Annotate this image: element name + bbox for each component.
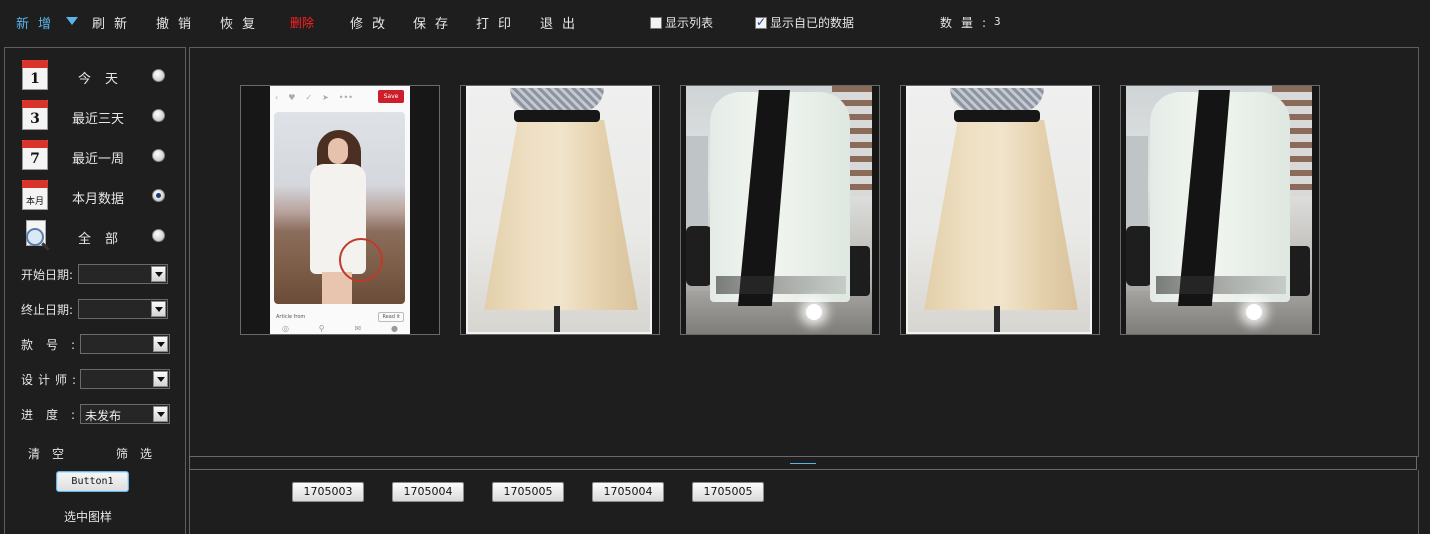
undo-button[interactable]: 撤销 bbox=[156, 13, 200, 32]
progress-value: 未发布 bbox=[85, 409, 122, 423]
filter-button[interactable]: 筛选 bbox=[116, 445, 164, 462]
jacket-photo bbox=[686, 86, 872, 334]
progress-select[interactable]: 未发布 bbox=[80, 404, 170, 424]
jacket-photo bbox=[1126, 86, 1312, 334]
progress-label: 进度: bbox=[21, 408, 89, 422]
read-it-label: Read it bbox=[378, 312, 404, 322]
range-label: 最近三天 bbox=[72, 112, 125, 127]
show-list-label: 显示列表 bbox=[665, 16, 714, 30]
refresh-button[interactable]: 刷新 bbox=[92, 13, 136, 32]
caption-text: Article from bbox=[276, 314, 306, 320]
exit-button[interactable]: 退出 bbox=[540, 13, 584, 32]
button1[interactable]: Button1 bbox=[56, 471, 129, 492]
style-code-button[interactable]: 1705005 bbox=[692, 482, 764, 502]
style-code-button[interactable]: 1705005 bbox=[492, 482, 564, 502]
calendar-3-icon: 3 bbox=[22, 100, 48, 130]
calendar-number: 7 bbox=[30, 151, 40, 167]
splitter-grip[interactable] bbox=[790, 463, 816, 464]
show-own-data-checkbox[interactable]: 显示自已的数据 bbox=[755, 14, 854, 31]
range-radio[interactable] bbox=[152, 189, 165, 202]
thumbnail[interactable] bbox=[460, 85, 660, 335]
save-button[interactable]: 保存 bbox=[413, 13, 457, 32]
range-label: 今天 bbox=[78, 72, 133, 87]
show-own-data-label: 显示自已的数据 bbox=[770, 16, 855, 30]
edit-button[interactable]: 修改 bbox=[350, 13, 394, 32]
style-code-button[interactable]: 1705004 bbox=[392, 482, 464, 502]
chevron-down-icon[interactable] bbox=[153, 336, 168, 352]
range-option[interactable]: 7 最近一周 bbox=[22, 140, 172, 174]
style-code-button[interactable]: 1705003 bbox=[292, 482, 364, 502]
range-option[interactable]: 3 最近三天 bbox=[22, 100, 172, 134]
range-radio[interactable] bbox=[152, 109, 165, 122]
magnifier-icon bbox=[22, 220, 50, 252]
chevron-down-icon[interactable] bbox=[153, 371, 168, 387]
range-radio[interactable] bbox=[152, 69, 165, 82]
start-date-label: 开始日期: bbox=[21, 268, 74, 282]
delete-button[interactable]: 删除 bbox=[290, 14, 314, 31]
count-value: 3 bbox=[994, 15, 1001, 28]
thumbnail[interactable] bbox=[900, 85, 1100, 335]
thumbnail[interactable] bbox=[1120, 85, 1320, 335]
calendar-7-icon: 7 bbox=[22, 140, 48, 170]
skirt-photo bbox=[906, 86, 1092, 334]
style-no-label: 款号: bbox=[21, 338, 89, 352]
clear-button[interactable]: 清空 bbox=[28, 445, 76, 462]
chevron-down-icon[interactable] bbox=[151, 266, 166, 282]
range-option[interactable]: 1 今天 bbox=[22, 60, 172, 94]
style-code-button[interactable]: 1705004 bbox=[592, 482, 664, 502]
style-no-select[interactable] bbox=[80, 334, 170, 354]
range-radio[interactable] bbox=[152, 229, 165, 242]
calendar-number: 3 bbox=[30, 111, 40, 127]
designer-select[interactable] bbox=[80, 369, 170, 389]
calendar-number: 1 bbox=[30, 71, 40, 87]
show-list-checkbox[interactable]: 显示列表 bbox=[650, 14, 713, 31]
filter-panel: 1 今天 3 最近三天 7 最近一周本月 本月数据全部 开始日期: 终止日期: 款号: 设计… bbox=[4, 47, 186, 534]
calendar-number: 本月 bbox=[25, 197, 44, 207]
calendar-month-icon: 本月 bbox=[22, 180, 48, 210]
end-date-select[interactable] bbox=[78, 299, 168, 319]
splitter[interactable] bbox=[189, 456, 1417, 470]
range-label: 最近一周 bbox=[72, 152, 125, 167]
toolbar: 新增 刷新 撤销 恢复 删除 修改 保存 打印 退出 显示列表 显示自已的数据 … bbox=[0, 0, 1430, 44]
checkbox-box[interactable] bbox=[650, 16, 662, 29]
checkbox-box[interactable] bbox=[755, 15, 767, 29]
chevron-down-icon[interactable] bbox=[153, 406, 168, 422]
thumbnail[interactable]: ‹ ♥ ✓ ➤ ••• Save Article from Read it ◎ ⚲ ✉ ● bbox=[240, 85, 440, 335]
print-button[interactable]: 打印 bbox=[476, 13, 520, 32]
dropdown-arrow-icon[interactable] bbox=[66, 17, 78, 25]
style-code-bar: 1705003 1705004 1705005 1705004 1705005 bbox=[189, 470, 1419, 534]
add-button[interactable]: 新增 bbox=[16, 13, 60, 32]
restore-button[interactable]: 恢复 bbox=[220, 13, 264, 32]
skirt-photo bbox=[466, 86, 652, 334]
image-gallery: ‹ ♥ ✓ ➤ ••• Save Article from Read it ◎ ⚲ ✉ ● bbox=[189, 47, 1419, 457]
range-radio[interactable] bbox=[152, 149, 165, 162]
calendar-1-icon: 1 bbox=[22, 60, 48, 90]
range-label: 全部 bbox=[78, 232, 133, 247]
pin-screenshot-image: ‹ ♥ ✓ ➤ ••• Save Article from Read it ◎ ⚲ ✉ ● bbox=[270, 86, 410, 334]
count-label: 数量: bbox=[940, 16, 996, 30]
selected-pattern-label: 选中图样 bbox=[64, 510, 113, 524]
start-date-select[interactable] bbox=[78, 264, 168, 284]
range-label: 本月数据 bbox=[72, 192, 125, 207]
designer-label: 设计师: bbox=[21, 373, 82, 387]
end-date-label: 终止日期: bbox=[21, 303, 74, 317]
range-option[interactable]: 本月 本月数据 bbox=[22, 180, 172, 214]
range-option[interactable]: 全部 bbox=[22, 220, 172, 254]
save-badge: Save bbox=[378, 90, 404, 103]
chevron-down-icon[interactable] bbox=[151, 301, 166, 317]
thumbnail[interactable] bbox=[680, 85, 880, 335]
